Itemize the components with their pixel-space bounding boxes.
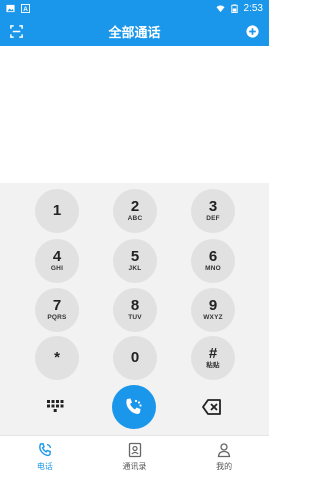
key-letters: MNO <box>205 265 221 272</box>
key-digit: 9 <box>208 297 218 314</box>
dialpad-grid-icon[interactable] <box>45 397 65 417</box>
scan-icon[interactable] <box>9 24 24 39</box>
key-digit: 7 <box>52 297 62 314</box>
add-circle-icon[interactable] <box>245 24 260 39</box>
key-digit: 3 <box>208 198 218 215</box>
app-bar: 全部通话 <box>0 17 269 46</box>
phone-icon <box>38 443 51 457</box>
key-4[interactable]: 4 GHI <box>35 239 79 283</box>
image-icon <box>6 4 15 13</box>
paste-label: 粘贴 <box>206 362 220 369</box>
key-digit: 8 <box>130 297 140 314</box>
key-digit: 4 <box>52 248 62 265</box>
key-digit: 2 <box>130 198 140 215</box>
key-letters: TUV <box>128 314 142 321</box>
key-8[interactable]: 8 TUV <box>113 288 157 332</box>
call-log-list <box>0 46 269 183</box>
key-letters: PQRS <box>47 314 67 321</box>
key-3[interactable]: 3 DEF <box>191 189 235 233</box>
text-a-icon: A <box>21 4 30 13</box>
key-digit: * <box>54 349 60 366</box>
key-hash[interactable]: # 粘贴 <box>191 336 235 380</box>
key-0[interactable]: 0 <box>113 336 157 380</box>
key-digit: 1 <box>52 202 62 219</box>
wifi-icon <box>215 5 225 13</box>
key-letters: DEF <box>206 215 220 222</box>
status-bar: A 2:53 <box>0 0 269 17</box>
tab-contacts[interactable]: 通讯录 <box>90 436 180 478</box>
key-letters: WXYZ <box>203 314 223 321</box>
status-time: 2:53 <box>243 3 263 14</box>
contacts-icon <box>128 442 141 458</box>
svg-text:A: A <box>23 6 28 13</box>
key-digit: 6 <box>208 248 218 265</box>
battery-icon <box>230 4 238 13</box>
key-digit: 0 <box>130 349 140 366</box>
bottom-nav: 电话 通讯录 我的 <box>0 435 269 478</box>
key-7[interactable]: 7 PQRS <box>35 288 79 332</box>
tab-me[interactable]: 我的 <box>179 436 269 478</box>
key-digit: 5 <box>130 248 140 265</box>
key-2[interactable]: 2 ABC <box>113 189 157 233</box>
tab-label: 电话 <box>36 462 53 471</box>
backspace-icon[interactable] <box>202 398 222 416</box>
tab-label: 通讯录 <box>122 462 147 471</box>
key-1[interactable]: 1 <box>35 189 79 233</box>
key-9[interactable]: 9 WXYZ <box>191 288 235 332</box>
dial-controls <box>0 385 269 431</box>
key-letters: GHI <box>50 265 64 272</box>
tab-phone[interactable]: 电话 <box>0 436 90 478</box>
call-button[interactable] <box>112 385 156 429</box>
key-letters: JKL <box>128 265 142 272</box>
key-letters: ABC <box>127 215 143 222</box>
person-icon <box>217 443 231 458</box>
key-6[interactable]: 6 MNO <box>191 239 235 283</box>
key-5[interactable]: 5 JKL <box>113 239 157 283</box>
phone-call-icon <box>126 398 142 414</box>
tab-label: 我的 <box>216 462 233 471</box>
key-digit: # <box>208 345 218 362</box>
page-title: 全部通话 <box>108 25 161 40</box>
key-star[interactable]: * <box>35 336 79 380</box>
